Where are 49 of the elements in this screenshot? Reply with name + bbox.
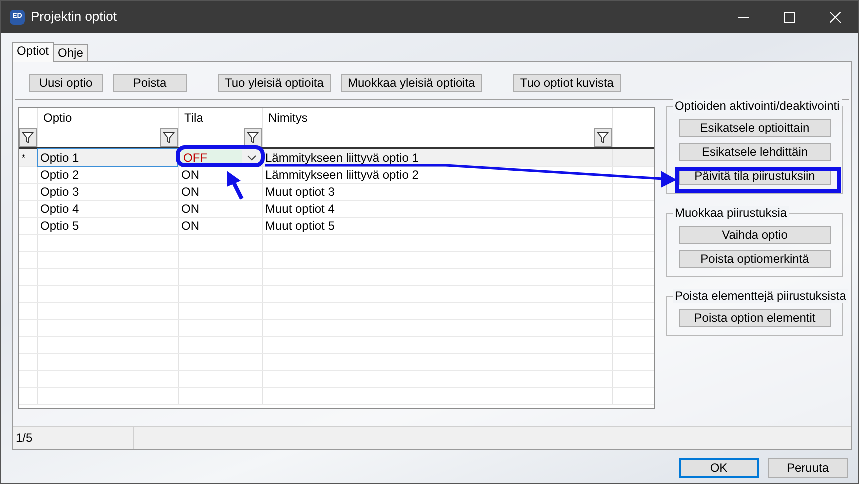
table-cell: ON <box>182 185 200 199</box>
group-title: Optioiden aktivointi/deaktivointi <box>673 99 842 113</box>
dialog-button[interactable]: Peruuta <box>768 458 848 478</box>
filter-button[interactable] <box>594 128 612 147</box>
table-cell: Optio 4 <box>40 202 80 216</box>
table-cell: Optio 3 <box>40 185 80 199</box>
table-cell: Lämmitykseen liittyvä optio 2 <box>266 168 419 182</box>
filter-icon <box>596 132 608 144</box>
group-title: Muokkaa piirustuksia <box>673 206 790 220</box>
table-row[interactable]: Optio 3 ON Muut optiot 3 <box>19 184 654 200</box>
row-marker: * <box>22 152 26 162</box>
group-title: Poista elementtejä piirustuksista <box>673 289 848 303</box>
action-button[interactable]: Esikatsele optioittain <box>679 119 831 137</box>
table-cell: Lämmitykseen liittyvä optio 1 <box>266 150 419 164</box>
close-icon <box>830 12 840 22</box>
toolbar-button[interactable]: Poista <box>113 74 187 92</box>
pointer-arrow <box>227 171 244 200</box>
filter-button[interactable] <box>244 128 262 147</box>
action-button[interactable]: Poista optiomerkintä <box>679 250 831 268</box>
record-count: 1/5 <box>13 427 134 449</box>
action-button[interactable]: Vaihda optio <box>679 226 831 244</box>
dialog-button[interactable]: OK <box>679 458 759 478</box>
maximize-icon <box>784 12 794 22</box>
table-cell: ON <box>182 168 200 182</box>
window-title: Projektin optiot <box>31 8 117 26</box>
tab[interactable]: Optiot <box>12 42 54 62</box>
caret-icon <box>246 155 256 162</box>
table-cell: Optio 5 <box>40 219 80 233</box>
table-cell: ON <box>182 202 200 216</box>
table-row[interactable]: Optio 4 ON Muut optiot 4 <box>19 200 654 218</box>
toolbar-button[interactable]: Uusi optio <box>29 74 103 92</box>
action-button[interactable]: Poista option elementit <box>679 309 831 327</box>
table-cell: Muut optiot 5 <box>266 219 335 233</box>
table-cell: Optio 1 <box>40 150 80 164</box>
tab[interactable]: Ohje <box>53 44 88 61</box>
filter-icon <box>246 132 258 144</box>
table-row[interactable]: Optio 5 ON Muut optiot 5 <box>19 218 654 234</box>
action-button[interactable]: Esikatsele lehdittäin <box>679 143 831 161</box>
toolbar-button[interactable]: Muokkaa yleisiä optioita <box>340 74 482 92</box>
table-cell: Muut optiot 3 <box>266 185 335 199</box>
table-cell: ON <box>182 219 200 233</box>
table-cell: Muut optiot 4 <box>266 202 335 216</box>
toolbar-button[interactable]: Tuo yleisiä optioita <box>218 74 331 92</box>
filter-button[interactable] <box>19 128 36 147</box>
filter-icon <box>22 132 34 144</box>
filter-icon <box>162 132 174 144</box>
toolbar-button[interactable]: Tuo optiot kuvista <box>513 74 621 92</box>
table-cell: Optio 2 <box>40 168 80 182</box>
filter-button[interactable] <box>160 128 178 147</box>
